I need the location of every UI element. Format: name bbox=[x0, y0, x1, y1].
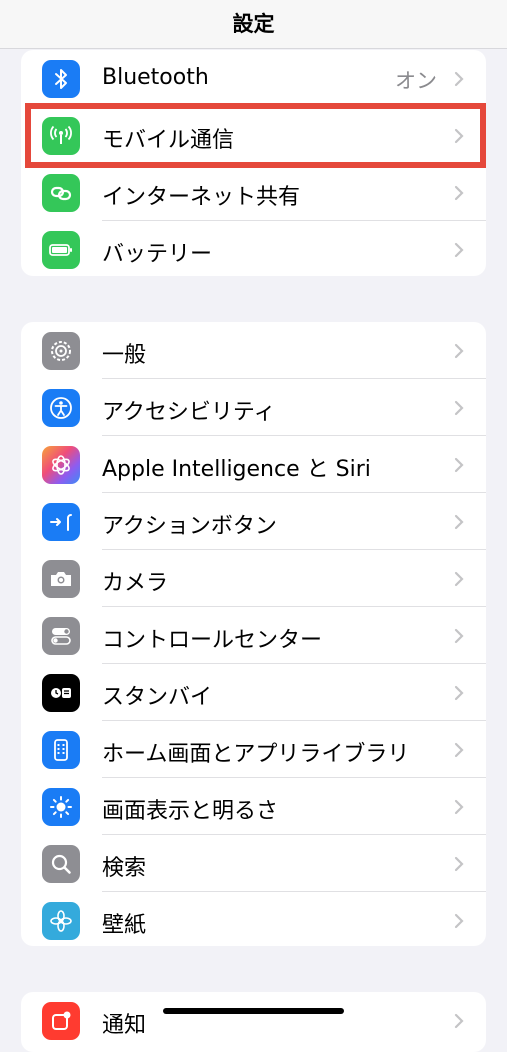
settings-row-label: Apple Intelligence と Siri bbox=[102, 457, 371, 482]
link-icon bbox=[42, 174, 80, 212]
bluetooth-icon bbox=[42, 60, 80, 98]
settings-row-label: スタンバイ bbox=[102, 685, 213, 710]
settings-row-label: バッテリー bbox=[102, 242, 213, 267]
chevron-right-icon bbox=[454, 185, 464, 201]
settings-row-label: 壁紙 bbox=[102, 913, 147, 938]
settings-row-label: 通知 bbox=[102, 1013, 147, 1038]
home-screen-icon bbox=[42, 731, 80, 769]
highlight-annotation bbox=[25, 103, 486, 168]
settings-group-system: 一般 アクセシビリティ Apple Intelligence と Siri アク… bbox=[21, 322, 486, 946]
chevron-right-icon bbox=[454, 1013, 464, 1029]
chevron-right-icon bbox=[454, 514, 464, 530]
settings-row-label: 画面表示と明るさ bbox=[102, 799, 279, 824]
settings-group-notifications: 通知 bbox=[21, 992, 486, 1052]
chevron-right-icon bbox=[454, 742, 464, 758]
battery-icon bbox=[42, 231, 80, 269]
wallpaper-icon bbox=[42, 902, 80, 940]
settings-row-bluetooth[interactable]: Bluetooth オン bbox=[21, 50, 486, 107]
settings-row-action-button[interactable]: アクションボタン bbox=[21, 493, 486, 550]
settings-row-label: 検索 bbox=[102, 856, 147, 881]
apple-intelligence-icon bbox=[42, 446, 80, 484]
chevron-right-icon bbox=[454, 242, 464, 258]
chevron-right-icon bbox=[454, 71, 464, 87]
settings-row-control-center[interactable]: コントロールセンター bbox=[21, 607, 486, 664]
settings-row-general[interactable]: 一般 bbox=[21, 322, 486, 379]
notifications-icon bbox=[42, 1002, 80, 1040]
chevron-right-icon bbox=[454, 913, 464, 929]
settings-row-home-screen[interactable]: ホーム画面とアプリライブラリ bbox=[21, 721, 486, 778]
settings-row-label: ホーム画面とアプリライブラリ bbox=[102, 742, 410, 767]
accessibility-icon bbox=[42, 389, 80, 427]
settings-row-notifications[interactable]: 通知 bbox=[21, 992, 486, 1049]
settings-row-personal-hotspot[interactable]: インターネット共有 bbox=[21, 164, 486, 221]
chevron-right-icon bbox=[454, 571, 464, 587]
chevron-right-icon bbox=[454, 856, 464, 872]
page-title: 設定 bbox=[232, 12, 275, 36]
settings-row-label: 一般 bbox=[102, 343, 147, 368]
settings-row-label: カメラ bbox=[102, 571, 169, 596]
chevron-right-icon bbox=[454, 799, 464, 815]
standby-icon bbox=[42, 674, 80, 712]
settings-row-label: コントロールセンター bbox=[102, 628, 323, 653]
action-button-icon bbox=[42, 503, 80, 541]
chevron-right-icon bbox=[454, 343, 464, 359]
settings-row-camera[interactable]: カメラ bbox=[21, 550, 486, 607]
camera-icon bbox=[42, 560, 80, 598]
navigation-bar: 設定 bbox=[0, 0, 507, 49]
chevron-right-icon bbox=[454, 457, 464, 473]
brightness-icon bbox=[42, 788, 80, 826]
settings-row-apple-intelligence[interactable]: Apple Intelligence と Siri bbox=[21, 436, 486, 493]
settings-row-label: インターネット共有 bbox=[102, 185, 301, 210]
settings-row-label: アクションボタン bbox=[102, 514, 277, 539]
chevron-right-icon bbox=[454, 400, 464, 416]
home-indicator[interactable] bbox=[163, 1008, 344, 1014]
settings-row-accessibility[interactable]: アクセシビリティ bbox=[21, 379, 486, 436]
settings-row-standby[interactable]: スタンバイ bbox=[21, 664, 486, 721]
settings-row-battery[interactable]: バッテリー bbox=[21, 221, 486, 276]
chevron-right-icon bbox=[454, 685, 464, 701]
toggles-icon bbox=[42, 617, 80, 655]
settings-row-label: アクセシビリティ bbox=[102, 400, 276, 425]
chevron-right-icon bbox=[454, 628, 464, 644]
settings-row-wallpaper[interactable]: 壁紙 bbox=[21, 892, 486, 946]
settings-row-search[interactable]: 検索 bbox=[21, 835, 486, 892]
settings-row-label: Bluetooth bbox=[102, 65, 209, 90]
gear-icon bbox=[42, 332, 80, 370]
search-icon bbox=[42, 845, 80, 883]
settings-row-value: オン bbox=[395, 69, 437, 93]
settings-row-display-brightness[interactable]: 画面表示と明るさ bbox=[21, 778, 486, 835]
